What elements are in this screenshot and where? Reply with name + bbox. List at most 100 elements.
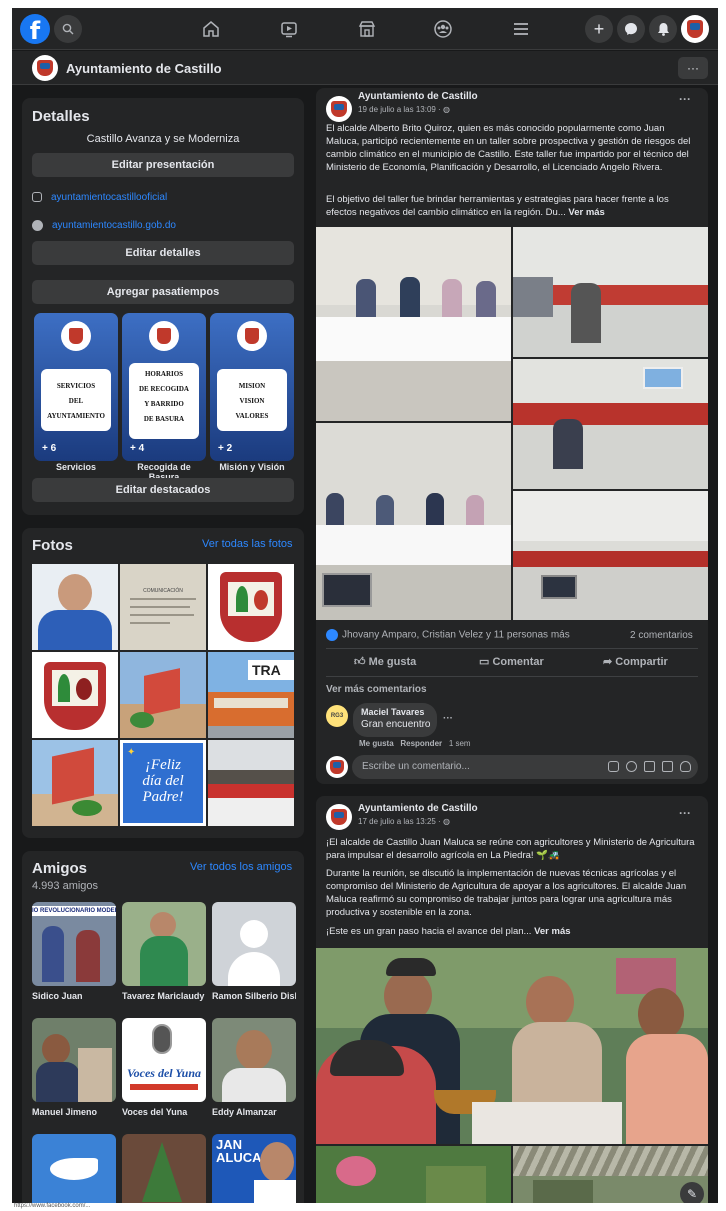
featured-line: Y BARRIDO [144, 400, 184, 408]
comments-count[interactable]: 2 comentarios [630, 630, 693, 641]
post-timestamp[interactable]: 17 de julio a las 13:25 · ◍ [358, 817, 450, 826]
post-photo-5[interactable] [513, 491, 708, 620]
friend-photo[interactable] [122, 1134, 206, 1203]
featured-count: + 2 [218, 443, 233, 454]
messenger-icon[interactable] [617, 15, 645, 43]
more-comments-link[interactable]: Ver más comentarios [326, 684, 427, 695]
post-author-avatar[interactable] [326, 804, 352, 830]
featured-servicios[interactable]: SERVICIOS DEL AYUNTAMIENTO + 6 [34, 313, 118, 461]
groups-icon[interactable] [430, 17, 456, 41]
photo-emblem-2[interactable] [32, 652, 118, 738]
post-more-icon[interactable]: ··· [679, 806, 691, 820]
page-avatar[interactable] [32, 55, 58, 81]
my-avatar[interactable] [326, 756, 348, 778]
friend-name[interactable]: Manuel Jimeno [32, 1107, 116, 1117]
post2-photo-3[interactable] [513, 1146, 708, 1203]
edit-intro-button[interactable]: Editar presentación [32, 153, 294, 177]
comment-options-icon[interactable]: ··· [443, 713, 453, 724]
friend-photo[interactable] [32, 1018, 116, 1102]
post-timestamp[interactable]: 19 de julio a las 13:09 · ◍ [358, 105, 450, 114]
featured-recogida[interactable]: HORARIOS DE RECOGIDA Y BARRIDO DE BASURA… [122, 313, 206, 461]
post-more-icon[interactable]: ··· [679, 92, 691, 106]
home-icon[interactable] [198, 17, 224, 41]
post-text-1: ¡El alcalde de Castillo Juan Maluca se r… [326, 837, 695, 861]
photo-fathers-day[interactable]: ✦ ¡Feliz día del Padre! [120, 740, 206, 826]
like-button[interactable]: 👍︎ Me gusta [354, 655, 416, 668]
marketplace-icon[interactable] [354, 17, 380, 41]
camera-icon[interactable] [644, 761, 655, 772]
facebook-logo-icon[interactable]: f [20, 14, 50, 45]
post-photo-4[interactable] [316, 423, 511, 620]
photo-building[interactable]: TRA [208, 652, 294, 738]
featured-label[interactable]: Misión y Visión [210, 462, 294, 472]
comment-input[interactable]: Escribe un comentario... [352, 755, 698, 779]
dove-icon [50, 1158, 98, 1180]
see-all-photos-link[interactable]: Ver todas las fotos [202, 538, 293, 550]
comment-like-link[interactable]: Me gusta [359, 739, 394, 748]
globe-icon [32, 220, 43, 231]
commenter-avatar[interactable]: RG3 [326, 705, 348, 727]
page-more-button[interactable]: ··· [678, 57, 708, 79]
post-author-name[interactable]: Ayuntamiento de Castillo [358, 91, 478, 102]
share-button[interactable]: ➦ Compartir [603, 655, 668, 668]
friend-name[interactable]: Tavarez Mariclaudy [122, 991, 206, 1001]
post-author-avatar[interactable] [326, 96, 352, 122]
photo-portrait[interactable] [32, 564, 118, 650]
compose-edit-icon[interactable]: ✎ [680, 1182, 704, 1203]
friend-photo[interactable] [212, 1018, 296, 1102]
post2-photo-2[interactable] [316, 1146, 511, 1203]
post-photo-3[interactable] [513, 359, 708, 489]
menu-icon[interactable] [508, 17, 534, 41]
page-name[interactable]: Ayuntamiento de Castillo [66, 61, 222, 76]
see-all-friends-link[interactable]: Ver todos los amigos [190, 861, 292, 873]
post-photo-2[interactable] [513, 227, 708, 357]
friend-photo[interactable]: JAN ALUCA [212, 1134, 296, 1203]
photo-meeting[interactable] [208, 740, 294, 826]
gif-icon[interactable] [662, 761, 673, 772]
share-icon: ➦ [603, 656, 616, 668]
profile-avatar[interactable] [681, 15, 709, 43]
emoji-icon[interactable] [626, 761, 637, 772]
photo-monument-2[interactable] [32, 740, 118, 826]
edit-featured-button[interactable]: Editar destacados [32, 478, 294, 502]
featured-line: AYUNTAMIENTO [47, 412, 105, 420]
post-photo-1[interactable] [316, 227, 511, 421]
video-icon[interactable] [276, 17, 302, 41]
featured-mision[interactable]: MISION VISION VALORES + 2 [210, 313, 294, 461]
comment-button[interactable]: ▭ Comentar [479, 655, 544, 668]
photo-emblem[interactable] [208, 564, 294, 650]
friend-name[interactable]: Sidico Juan [32, 991, 116, 1001]
post-author-name[interactable]: Ayuntamiento de Castillo [358, 803, 478, 814]
photo-monument[interactable] [120, 652, 206, 738]
friend-name[interactable]: Ramon Silberio Disla [212, 991, 296, 1001]
friend-photo-default[interactable] [212, 902, 296, 986]
sticker-icon[interactable] [608, 761, 619, 772]
post2-photo-main[interactable] [316, 948, 708, 1144]
avatar-sticker-icon[interactable] [680, 761, 691, 772]
friend-photo[interactable]: Voces del Yuna [122, 1018, 206, 1102]
comment-author[interactable]: Maciel Tavares [361, 707, 424, 717]
reactions-row[interactable]: Jhovany Amparo, Cristian Velez y 11 pers… [326, 629, 570, 641]
instagram-link[interactable]: ayuntamientocastillooficial [51, 192, 167, 203]
friend-photo[interactable] [122, 902, 206, 986]
plus-icon[interactable]: + [585, 15, 613, 43]
friend-photo[interactable]: IO REVOLUCIONARIO MODER [32, 902, 116, 986]
bell-icon[interactable] [649, 15, 677, 43]
website-link[interactable]: ayuntamientocastillo.gob.do [52, 220, 176, 231]
comment-time: 1 sem [448, 739, 471, 748]
edit-details-button[interactable]: Editar detalles [32, 241, 294, 265]
comment-reply-link[interactable]: Responder [400, 739, 442, 748]
featured-label[interactable]: Servicios [34, 462, 118, 472]
top-navigation: f + [12, 8, 718, 50]
see-more-link[interactable]: Ver más [568, 207, 604, 218]
photo-document[interactable]: COMUNICACIÓN [120, 564, 206, 650]
friend-name[interactable]: Voces del Yuna [122, 1107, 206, 1117]
add-hobbies-button[interactable]: Agregar pasatiempos [32, 280, 294, 304]
see-more-link[interactable]: Ver más [534, 926, 570, 937]
friend-photo[interactable] [32, 1134, 116, 1203]
like-reaction-icon [326, 629, 338, 641]
search-icon[interactable] [54, 15, 82, 43]
friend-name[interactable]: Eddy Almanzar [212, 1107, 296, 1117]
like-icon: 👍︎ [354, 656, 369, 668]
comment-text: Gran encuentro [361, 719, 431, 730]
